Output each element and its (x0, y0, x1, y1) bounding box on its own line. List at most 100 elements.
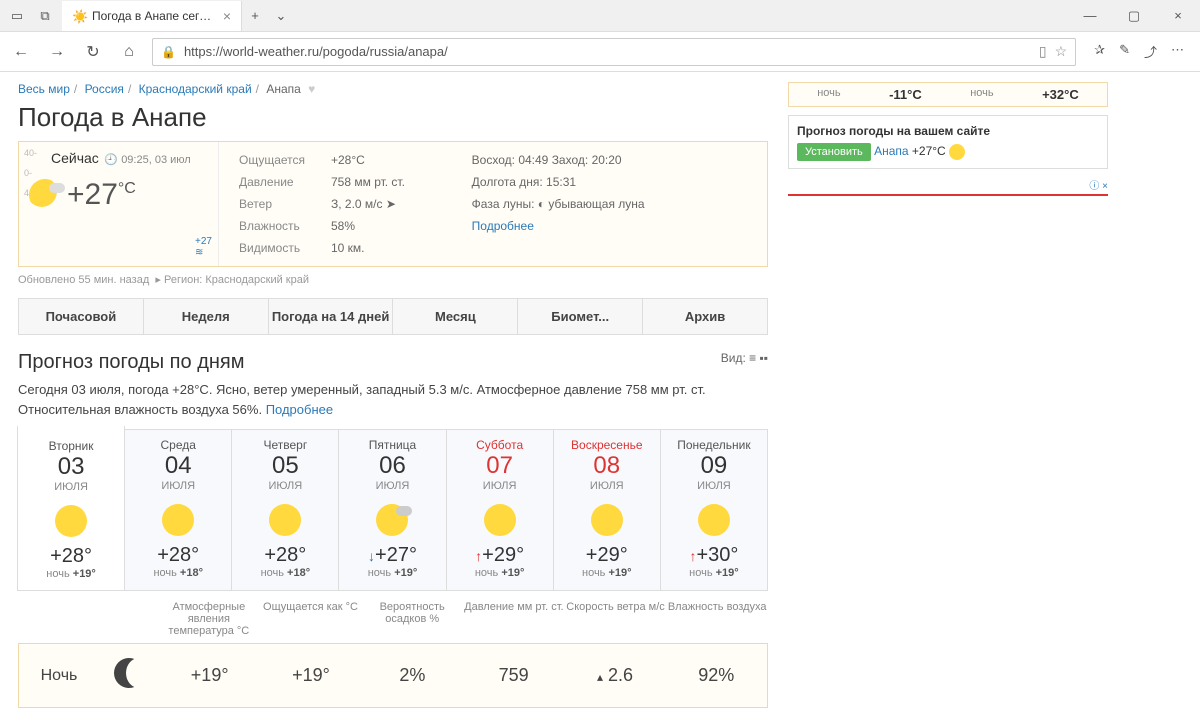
sun-cloud-icon (29, 179, 61, 211)
weather-icon (376, 504, 408, 536)
date-num: 04 (129, 452, 227, 480)
forward-button[interactable]: → (44, 39, 70, 65)
browser-tab[interactable]: ☀️ Погода в Анапе сегодн × (62, 1, 242, 31)
day-card[interactable]: Суббота 07 июля ↑+29° ночь +19° (446, 429, 554, 591)
weekday: Суббота (451, 438, 549, 452)
temp-high: +28° (236, 544, 334, 567)
crumb-region[interactable]: Краснодарский край (139, 82, 252, 96)
now-temp: +27°C (67, 178, 136, 212)
home-button[interactable]: ⌂ (116, 39, 142, 65)
notes-button[interactable]: ✎ (1119, 42, 1130, 61)
forecast-heading: Прогноз погоды по дням Вид: ≡ ▪▪ (18, 351, 768, 374)
month: июля (558, 480, 656, 492)
tab-biomet[interactable]: Биомет... (518, 299, 643, 334)
forecast-tabs: Почасовой Неделя Погода на 14 дней Месяц… (18, 298, 768, 335)
crumb-world[interactable]: Весь мир (18, 82, 70, 96)
date-num: 09 (665, 452, 763, 480)
weather-icon (698, 504, 730, 536)
summary-text: Сегодня 03 июля, погода +28°C. Ясно, вет… (18, 380, 768, 419)
day-card[interactable]: Четверг 05 июля +28° ночь +18° (231, 429, 339, 591)
day-card[interactable]: Среда 04 июля +28° ночь +18° (124, 429, 232, 591)
weekday: Понедельник (665, 438, 763, 452)
share-button[interactable]: ⤴ (1144, 42, 1157, 61)
close-tab-icon[interactable]: × (223, 8, 231, 24)
back-button[interactable]: ← (8, 39, 34, 65)
heart-icon[interactable]: ♥ (308, 82, 315, 96)
summary-more-link[interactable]: Подробнее (266, 402, 333, 417)
month: июля (22, 481, 120, 493)
date-num: 08 (558, 452, 656, 480)
crumb-city: Анапа (266, 82, 300, 96)
water-temp: +27≋ (195, 236, 212, 258)
close-window-button[interactable]: × (1156, 0, 1200, 32)
refresh-button[interactable]: ↻ (80, 39, 106, 65)
moon-icon (114, 658, 144, 688)
browser-toolbar: ← → ↻ ⌂ 🔒 https://world-weather.ru/pogod… (0, 32, 1200, 72)
month: июля (451, 480, 549, 492)
tab-week[interactable]: Неделя (144, 299, 269, 334)
temp-high: +28° (22, 545, 120, 568)
weather-icon (162, 504, 194, 536)
days-row: Вторник 03 июля +28° ночь +19° Среда 04 … (18, 429, 768, 591)
month: июля (665, 480, 763, 492)
temp-low: ночь +19° (451, 567, 549, 579)
widget-city[interactable]: Анапа (874, 144, 908, 158)
detail-headers: Атмосферные явления температура °C Ощуща… (18, 591, 768, 643)
weekday: Вторник (22, 439, 120, 453)
weather-icon (591, 504, 623, 536)
url-bar[interactable]: 🔒 https://world-weather.ru/pogoda/russia… (152, 38, 1076, 66)
tab-14days[interactable]: Погода на 14 дней (269, 299, 394, 334)
day-card[interactable]: Понедельник 09 июля ↑+30° ночь +19° (660, 429, 768, 591)
titlebar: ▭ ⧉ ☀️ Погода в Анапе сегодн × + ⌄ — ▢ × (0, 0, 1200, 32)
tab-aside-button[interactable]: ⧉ (32, 3, 58, 29)
weather-icon (484, 504, 516, 536)
new-tab-button[interactable]: + (242, 3, 268, 29)
weather-icon (55, 505, 87, 537)
tab-preview-button[interactable]: ▭ (4, 3, 30, 29)
side-records: ночь -11°C ночь +32°C (788, 82, 1108, 107)
detail-row-night: Ночь +19° +19° 2% 759 ▴ 2.6 92% (18, 643, 768, 708)
more-link[interactable]: Подробнее (472, 219, 534, 233)
sun-favicon: ☀️ (72, 9, 86, 23)
favorite-icon[interactable]: ☆ (1055, 43, 1068, 60)
day-card[interactable]: Пятница 06 июля ↓+27° ночь +19° (338, 429, 446, 591)
weekday: Воскресенье (558, 438, 656, 452)
temp-low: ночь +18° (129, 567, 227, 579)
date-num: 05 (236, 452, 334, 480)
ad-divider (788, 194, 1108, 196)
weekday: Среда (129, 438, 227, 452)
breadcrumb: Весь мир/ Россия/ Краснодарский край/ Ан… (18, 82, 768, 96)
day-card[interactable]: Воскресенье 08 июля +29° ночь +19° (553, 429, 661, 591)
view-toggle[interactable]: Вид: ≡ ▪▪ (721, 351, 768, 365)
temp-low: ночь +19° (665, 567, 763, 579)
menu-button[interactable]: ⋯ (1171, 42, 1184, 61)
favorites-button[interactable]: ✰ (1094, 42, 1105, 61)
weather-icon (269, 504, 301, 536)
mini-sun-icon (949, 144, 965, 160)
tab-month[interactable]: Месяц (393, 299, 518, 334)
temp-low: ночь +19° (558, 567, 656, 579)
day-card[interactable]: Вторник 03 июля +28° ночь +19° (17, 425, 125, 591)
install-button[interactable]: Установить (797, 143, 871, 161)
month: июля (236, 480, 334, 492)
widget-promo: Прогноз погоды на вашем сайте Установить… (788, 115, 1108, 169)
updated-text: Обновлено 55 мин. назад ▸ Регион: Красно… (18, 273, 768, 286)
now-time: 🕘 09:25, 03 июл (104, 154, 190, 166)
minimize-button[interactable]: — (1068, 0, 1112, 32)
reading-view-icon[interactable]: ▯ (1039, 43, 1047, 60)
tab-archive[interactable]: Архив (643, 299, 767, 334)
tab-menu-button[interactable]: ⌄ (268, 3, 294, 29)
month: июля (129, 480, 227, 492)
temp-high: ↑+29° (451, 544, 549, 567)
lock-icon: 🔒 (161, 45, 176, 59)
now-label: Сейчас (51, 150, 99, 166)
crumb-country[interactable]: Россия (85, 82, 124, 96)
temp-low: ночь +19° (343, 567, 441, 579)
tab-title: Погода в Анапе сегодн (92, 9, 217, 23)
tab-hourly[interactable]: Почасовой (19, 299, 144, 334)
maximize-button[interactable]: ▢ (1112, 0, 1156, 32)
temp-high: ↑+30° (665, 544, 763, 567)
adchoices-icon[interactable]: ⓘ × (788, 177, 1108, 192)
temp-high: +29° (558, 544, 656, 567)
weekday: Четверг (236, 438, 334, 452)
